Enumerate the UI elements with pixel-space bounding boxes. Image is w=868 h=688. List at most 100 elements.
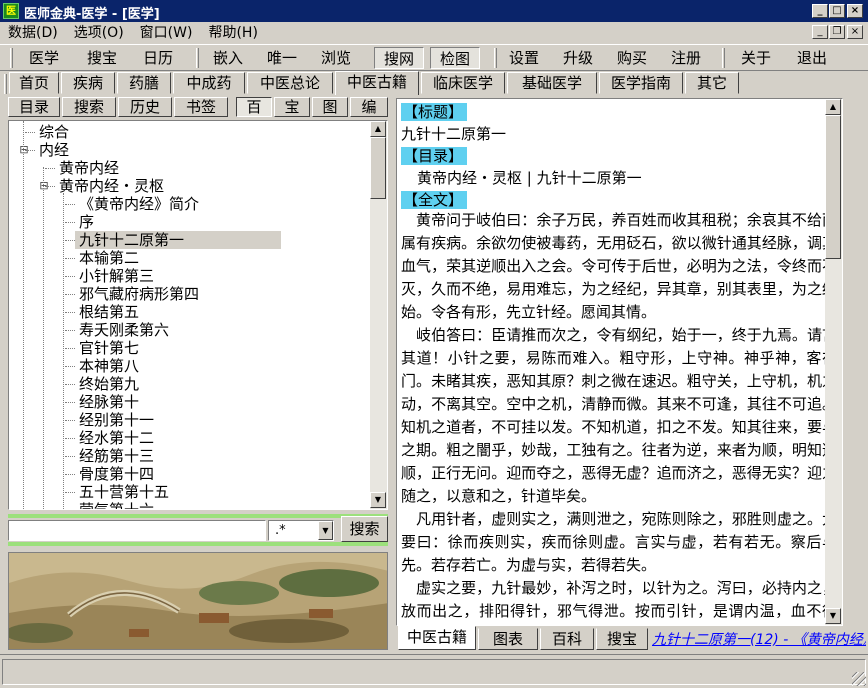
tab-treasure[interactable]: 宝 bbox=[274, 97, 310, 117]
tab-other[interactable]: 其它 bbox=[685, 72, 739, 94]
content-scrollbar[interactable]: ▲ ▼ bbox=[825, 99, 842, 625]
current-article-link[interactable]: 九针十二原第一(12) - 《黄帝内经》 bbox=[652, 630, 866, 650]
tree-item[interactable]: 本输第二 bbox=[79, 249, 139, 267]
tab-contents[interactable]: 目录 bbox=[8, 97, 60, 117]
tree-item[interactable]: 经别第十一 bbox=[79, 411, 154, 429]
tab-clinical[interactable]: 临床医学 bbox=[421, 72, 505, 94]
menu-help[interactable]: 帮助(H) bbox=[208, 22, 257, 44]
tab-bookmarks[interactable]: 书签 bbox=[174, 97, 228, 117]
search-input[interactable] bbox=[8, 520, 266, 541]
tree-item[interactable]: 经水第十二 bbox=[79, 429, 154, 447]
scroll-up-icon[interactable]: ▲ bbox=[825, 99, 841, 115]
tree-item[interactable]: 黄帝内经・灵枢 bbox=[59, 177, 164, 195]
tool-upgrade-button[interactable]: 升级 bbox=[556, 47, 600, 69]
tab-encyclopedia[interactable]: 百 bbox=[236, 97, 272, 117]
tool-exit-button[interactable]: 退出 bbox=[790, 47, 834, 69]
bottom-tab-search[interactable]: 搜宝 bbox=[596, 628, 648, 650]
tab-tcm-classics[interactable]: 中医古籍 bbox=[335, 71, 419, 95]
search-bar-top-accent bbox=[8, 514, 388, 518]
toolbar-grip[interactable] bbox=[494, 48, 497, 68]
article-paragraph: 岐伯答曰：臣请推而次之，令有纲纪，始于一，终于九焉。请言其道！小针之要，易陈而难… bbox=[401, 326, 837, 505]
resize-grip-icon[interactable] bbox=[852, 672, 866, 686]
tool-web-search-button[interactable]: 搜网 bbox=[374, 47, 424, 69]
tool-search-treasure-button[interactable]: 搜宝 bbox=[80, 47, 124, 69]
tree-item[interactable]: 九针十二原第一 bbox=[79, 231, 184, 249]
search-button[interactable]: 搜索 bbox=[341, 516, 388, 542]
tree-item[interactable]: 骨度第十四 bbox=[79, 465, 154, 483]
tab-home[interactable]: 首页 bbox=[9, 72, 59, 94]
tree-item[interactable]: 经筋第十三 bbox=[79, 447, 154, 465]
tree-connector bbox=[65, 366, 75, 367]
scroll-thumb[interactable] bbox=[825, 115, 841, 259]
tree-connector bbox=[65, 276, 75, 277]
tree-connector bbox=[25, 132, 35, 133]
mdi-close-icon[interactable]: × bbox=[847, 25, 863, 39]
tab-tcm-general[interactable]: 中医总论 bbox=[247, 72, 333, 94]
maximize-icon[interactable]: □ bbox=[829, 4, 845, 18]
scroll-down-icon[interactable]: ▼ bbox=[370, 492, 386, 508]
bottom-tab-classics[interactable]: 中医古籍 bbox=[398, 626, 476, 650]
mdi-restore-icon[interactable]: ❐ bbox=[829, 25, 845, 39]
article-content[interactable]: 【标题】 九针十二原第一 【目录】 黄帝内经・灵枢 | 九针十二原第一 【全文】… bbox=[396, 98, 843, 626]
pattern-select[interactable]: .* ▼ bbox=[268, 520, 334, 541]
tab-patent-medicine[interactable]: 中成药 bbox=[173, 72, 245, 94]
tree-item[interactable]: 终始第九 bbox=[79, 375, 139, 393]
tool-embed-button[interactable]: 嵌入 bbox=[206, 47, 250, 69]
status-panel bbox=[2, 659, 866, 685]
tree-item[interactable]: 根结第五 bbox=[79, 303, 139, 321]
tree-item[interactable]: 五十营第十五 bbox=[79, 483, 169, 501]
bottom-tab-wiki[interactable]: 百科 bbox=[540, 628, 594, 650]
tree-item[interactable]: 综合 bbox=[39, 123, 69, 141]
tab-search[interactable]: 搜索 bbox=[62, 97, 116, 117]
tree-connector bbox=[65, 204, 75, 205]
tool-calendar-button[interactable]: 日历 bbox=[136, 47, 180, 69]
tool-medicine-button[interactable]: 医学 bbox=[22, 47, 66, 69]
toolbar-grip[interactable] bbox=[722, 48, 725, 68]
tree-item[interactable]: 黄帝内经 bbox=[59, 159, 119, 177]
tree-item[interactable]: 内经 bbox=[39, 141, 69, 159]
tool-browse-button[interactable]: 浏览 bbox=[314, 47, 358, 69]
scroll-up-icon[interactable]: ▲ bbox=[370, 121, 386, 137]
chevron-down-icon[interactable]: ▼ bbox=[318, 521, 333, 540]
tab-guidelines[interactable]: 医学指南 bbox=[599, 72, 683, 94]
toolbar-grip[interactable] bbox=[196, 48, 199, 68]
title-bar[interactable]: 医 医师金典-医学 - [医学] _ □ × bbox=[0, 0, 868, 22]
menu-window[interactable]: 窗口(W) bbox=[140, 22, 193, 44]
tree-collapse-icon[interactable]: ⊟ bbox=[19, 143, 29, 157]
tool-register-button[interactable]: 注册 bbox=[664, 47, 708, 69]
tree-collapse-icon[interactable]: ⊟ bbox=[39, 179, 49, 193]
close-icon[interactable]: × bbox=[847, 4, 863, 18]
tab-history[interactable]: 历史 bbox=[118, 97, 172, 117]
tree-item[interactable]: 邪气藏府病形第四 bbox=[79, 285, 199, 303]
toolbar-grip[interactable] bbox=[10, 48, 13, 68]
toolbar: 医学 搜宝 日历 嵌入 唯一 浏览 搜网 检图 设置 升级 购买 注册 关于 退… bbox=[0, 44, 868, 71]
tree-item[interactable]: 经脉第十 bbox=[79, 393, 139, 411]
tool-buy-button[interactable]: 购买 bbox=[610, 47, 654, 69]
tree-item[interactable]: 《黄帝内经》简介 bbox=[79, 195, 199, 213]
scroll-thumb[interactable] bbox=[370, 137, 386, 199]
tab-diet-therapy[interactable]: 药膳 bbox=[117, 72, 171, 94]
tree-item[interactable]: 序 bbox=[79, 213, 94, 231]
minimize-icon[interactable]: _ bbox=[812, 4, 828, 18]
tool-unique-button[interactable]: 唯一 bbox=[260, 47, 304, 69]
tree-item[interactable]: 官针第七 bbox=[79, 339, 139, 357]
tree-item[interactable]: 小针解第三 bbox=[79, 267, 154, 285]
scroll-down-icon[interactable]: ▼ bbox=[825, 608, 841, 624]
tab-disease[interactable]: 疾病 bbox=[61, 72, 115, 94]
menu-data[interactable]: 数据(D) bbox=[8, 22, 58, 44]
tree-item[interactable]: 寿夭刚柔第六 bbox=[79, 321, 169, 339]
tree-item[interactable]: 营气第十六 bbox=[79, 501, 154, 509]
tree-item[interactable]: 本神第八 bbox=[79, 357, 139, 375]
tab-basic-medicine[interactable]: 基础医学 bbox=[507, 72, 597, 94]
tab-image[interactable]: 图 bbox=[312, 97, 348, 117]
menu-options[interactable]: 选项(O) bbox=[74, 22, 124, 44]
tabs-grip[interactable] bbox=[4, 74, 7, 94]
tool-about-button[interactable]: 关于 bbox=[734, 47, 778, 69]
tool-settings-button[interactable]: 设置 bbox=[502, 47, 546, 69]
mdi-minimize-icon[interactable]: _ bbox=[812, 25, 828, 39]
tree-scrollbar[interactable]: ▲ ▼ bbox=[370, 121, 387, 509]
tool-image-check-button[interactable]: 检图 bbox=[430, 47, 480, 69]
contents-tree[interactable]: 综合 ⊟ 内经 黄帝内经 ⊟ 黄帝内经・灵枢 《黄帝内经》简介序九针十二原第一 本输第二 小针解… bbox=[8, 120, 388, 510]
bottom-tab-charts[interactable]: 图表 bbox=[478, 628, 538, 650]
tab-edit[interactable]: 编 bbox=[350, 97, 388, 117]
